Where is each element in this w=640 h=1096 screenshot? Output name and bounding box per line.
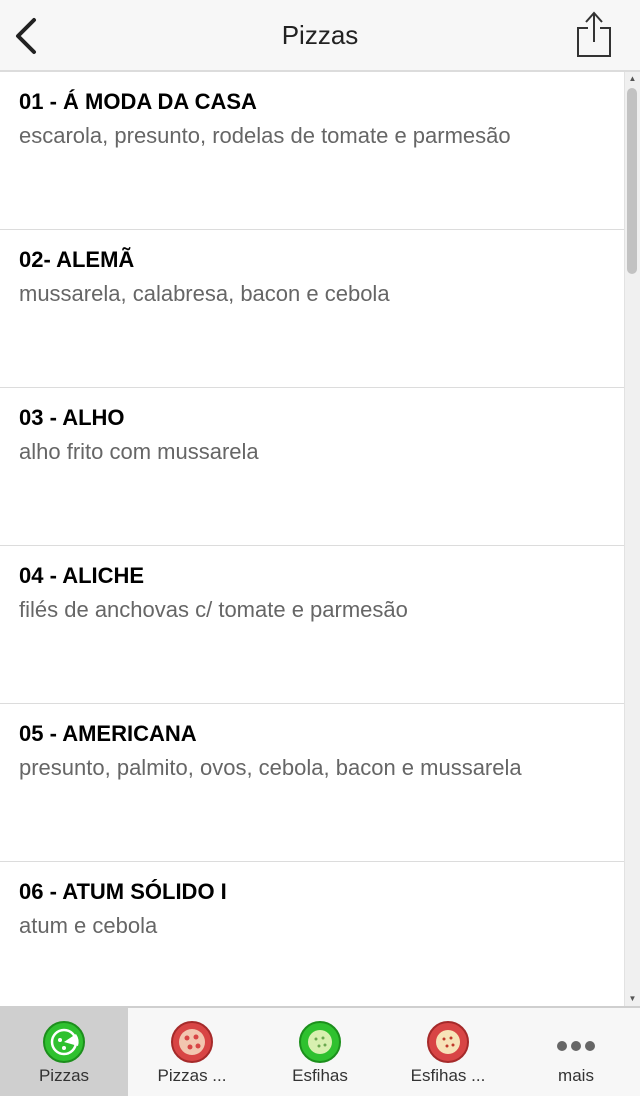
list-item[interactable]: 02- ALEMÃ mussarela, calabresa, bacon e …	[0, 230, 624, 388]
item-description: mussarela, calabresa, bacon e cebola	[19, 281, 390, 306]
tab-label: mais	[558, 1066, 594, 1085]
share-button[interactable]	[574, 10, 614, 60]
list-item[interactable]: 06 - ATUM SÓLIDO I atum e cebola	[0, 862, 624, 1006]
item-description: escarola, presunto, rodelas de tomate e …	[19, 123, 511, 148]
item-description: alho frito com mussarela	[19, 439, 259, 464]
list-item[interactable]: 03 - ALHO alho frito com mussarela	[0, 388, 624, 546]
scroll-down-arrow-icon[interactable]: ▼	[625, 992, 640, 1006]
scroll-thumb[interactable]	[627, 88, 637, 274]
scrollbar[interactable]: ▲ ▼	[624, 72, 640, 1006]
tab-pizzas-more[interactable]: Pizzas ...	[128, 1008, 256, 1096]
tab-label: Esfihas	[292, 1066, 348, 1085]
item-description: filés de anchovas c/ tomate e parmesão	[19, 597, 408, 622]
item-name: 02- ALEMÃ	[19, 247, 135, 272]
item-description: atum e cebola	[19, 913, 158, 938]
app: Pizzas 01 - Á MODA DA CASA escarola, pre…	[0, 0, 640, 1096]
list-item[interactable]: 01 - Á MODA DA CASA escarola, presunto, …	[0, 72, 624, 230]
tab-pizzas[interactable]: Pizzas	[0, 1008, 128, 1096]
pizza-red-icon	[170, 1020, 214, 1064]
tab-esfihas[interactable]: Esfihas	[256, 1008, 384, 1096]
page-title: Pizzas	[281, 20, 359, 50]
item-name: 06 - ATUM SÓLIDO I	[19, 879, 227, 904]
tab-label: Pizzas ...	[157, 1066, 227, 1085]
item-name: 01 - Á MODA DA CASA	[19, 89, 257, 114]
pizza-green-icon	[42, 1020, 86, 1064]
item-name: 05 - AMERICANA	[19, 721, 197, 746]
scroll-up-arrow-icon[interactable]: ▲	[625, 72, 640, 86]
esfiha-green-icon	[298, 1020, 342, 1064]
item-name: 04 - ALICHE	[19, 563, 145, 588]
tab-more[interactable]: mais	[512, 1008, 640, 1096]
esfiha-red-icon	[426, 1020, 470, 1064]
tab-bar: Pizzas Pizzas ... Esfihas Esfihas ... ma…	[0, 1006, 640, 1096]
tab-esfihas-more[interactable]: Esfihas ...	[384, 1008, 512, 1096]
item-description: presunto, palmito, ovos, cebola, bacon e…	[19, 755, 522, 780]
pizza-list[interactable]: 01 - Á MODA DA CASA escarola, presunto, …	[0, 72, 624, 1006]
share-icon	[577, 11, 611, 57]
more-icon	[554, 1020, 598, 1064]
navigation-bar: Pizzas	[0, 0, 640, 72]
tab-label: Esfihas ...	[410, 1066, 486, 1085]
list-item[interactable]: 05 - AMERICANA presunto, palmito, ovos, …	[0, 704, 624, 862]
tab-label: Pizzas	[38, 1066, 90, 1085]
list-item[interactable]: 04 - ALICHE filés de anchovas c/ tomate …	[0, 546, 624, 704]
item-name: 03 - ALHO	[19, 405, 125, 430]
